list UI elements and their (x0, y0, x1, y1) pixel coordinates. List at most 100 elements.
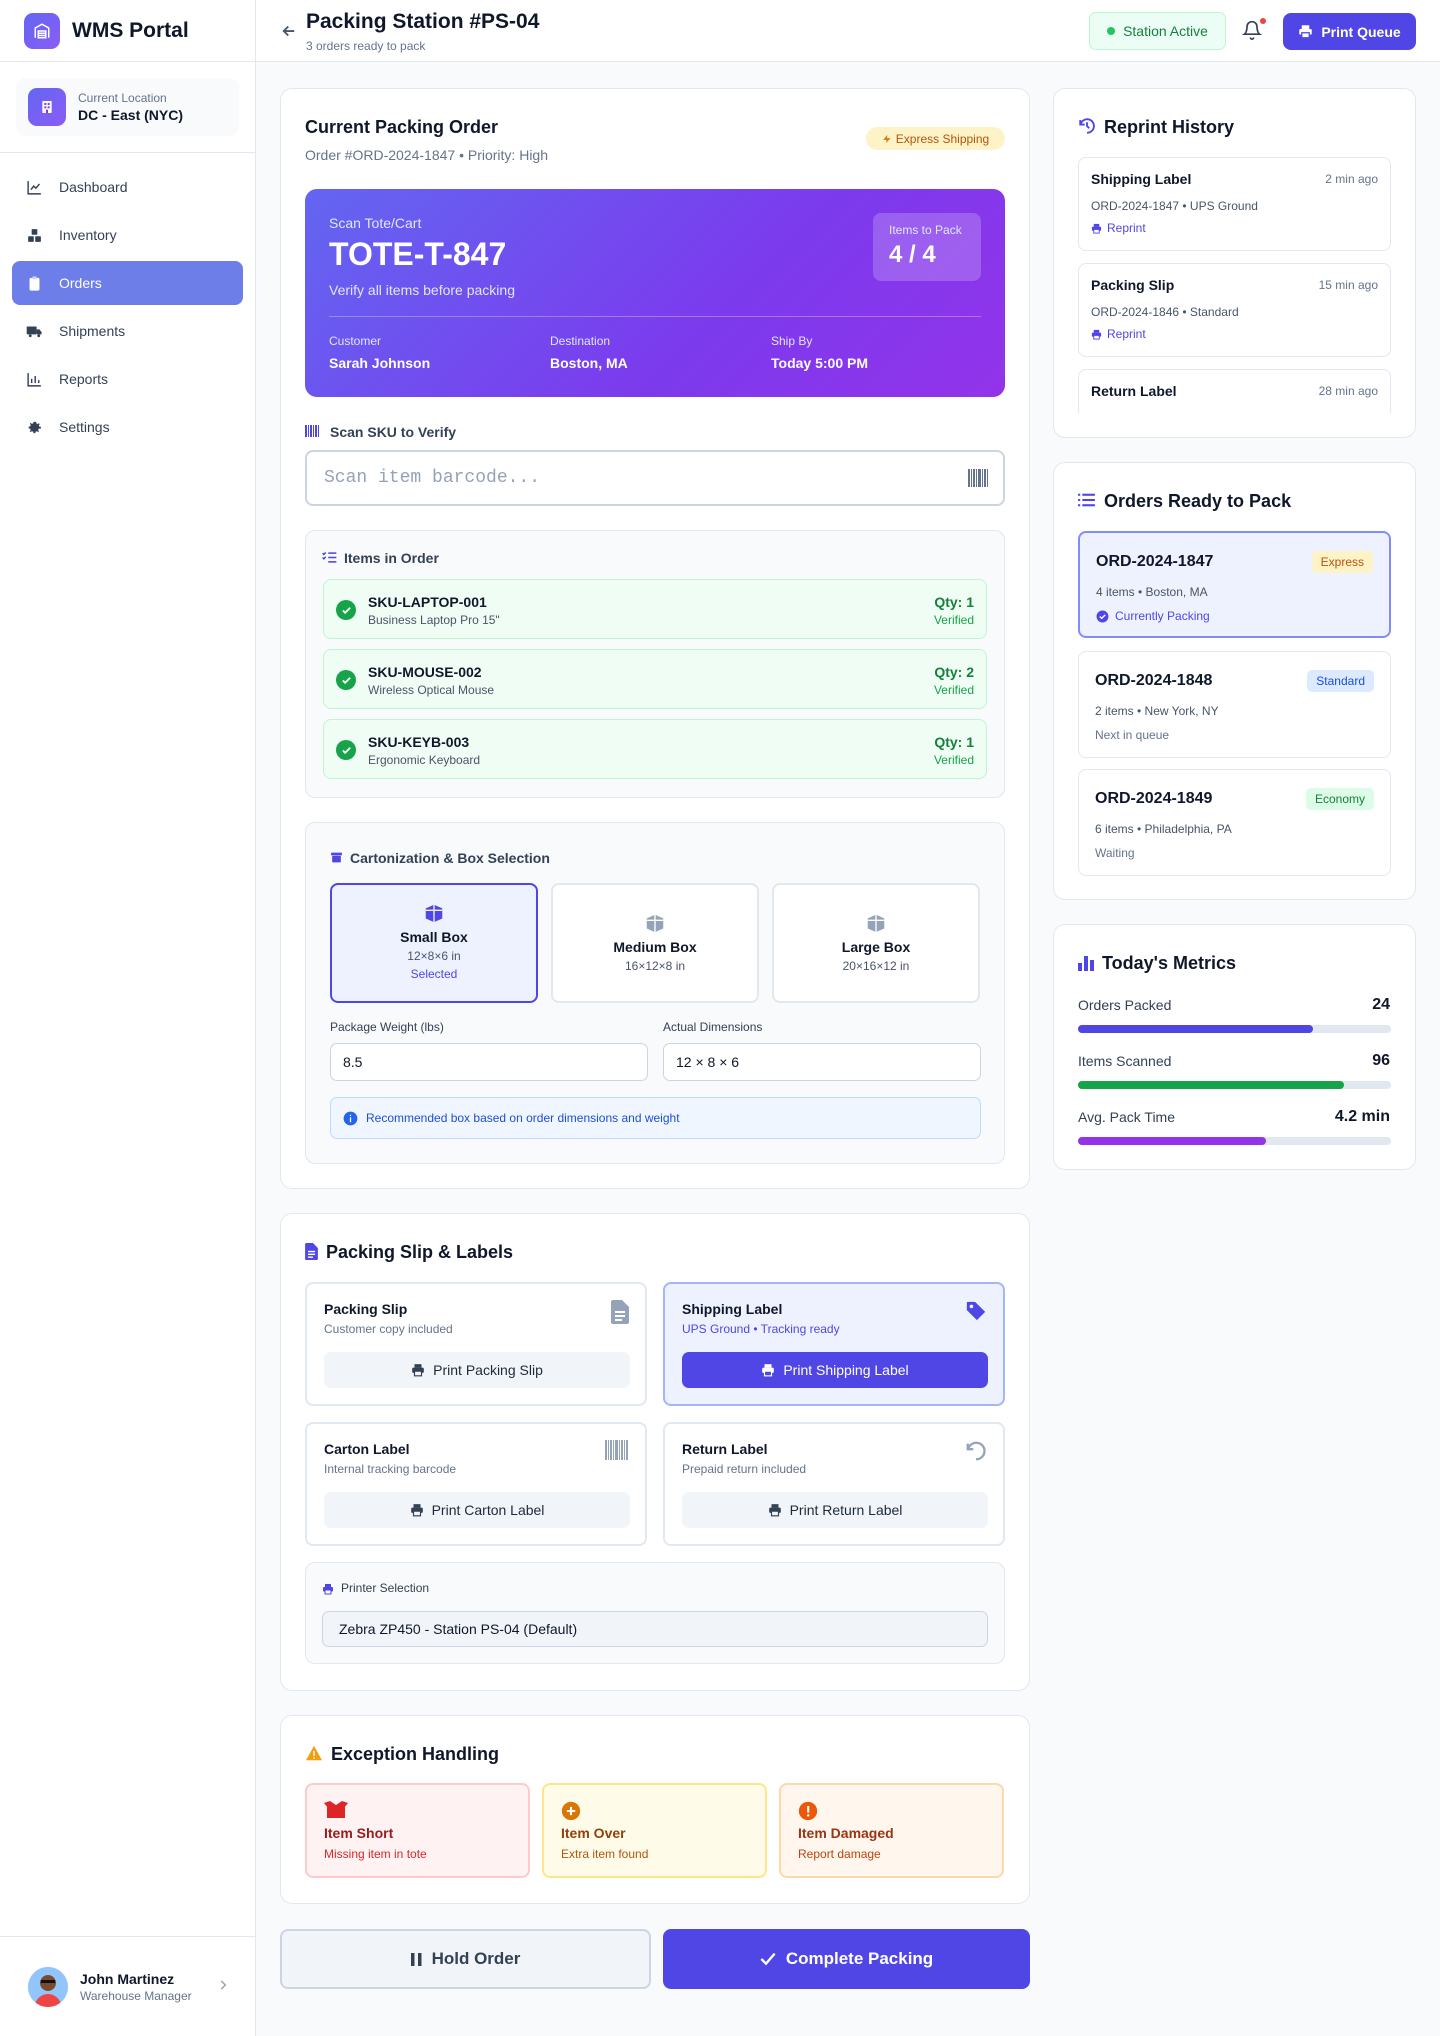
queue-order-state-label: Currently Packing (1115, 609, 1210, 623)
item-status: Verified (933, 683, 974, 697)
dimensions-input[interactable]: 12 × 8 × 6 (663, 1043, 981, 1081)
box-option-large[interactable]: Large Box 20×16×12 in (772, 883, 980, 1003)
destination-value: Boston, MA (550, 355, 628, 371)
box-dimensions: 16×12×8 in (624, 959, 686, 973)
button-label: Print Return Label (789, 1502, 903, 1518)
check-circle-icon (1096, 610, 1109, 622)
queue-order[interactable]: ORD-2024-1849 Economy 6 items • Philadel… (1078, 769, 1391, 876)
item-name: Business Laptop Pro 15" (368, 613, 500, 627)
box-dimensions: 20×16×12 in (842, 959, 910, 973)
lightning-icon (883, 134, 891, 143)
box-icon (867, 914, 885, 933)
items-title: Items in Order (344, 550, 439, 566)
check-circle-icon (336, 670, 356, 690)
building-icon (28, 88, 66, 126)
exception-item-over[interactable]: Item Over Extra item found (542, 1783, 767, 1878)
bar-chart-icon (27, 372, 41, 387)
current-order-title: Current Packing Order (305, 117, 499, 137)
queue-order-meta: 2 items • New York, NY (1095, 704, 1219, 718)
metric-progress-track (1078, 1025, 1391, 1033)
barcode-scan-icon[interactable] (968, 469, 988, 487)
hold-order-button[interactable]: Hold Order (280, 1929, 651, 1989)
back-arrow-icon[interactable] (280, 22, 298, 40)
item-row[interactable]: SKU-MOUSE-002 Wireless Optical Mouse Qty… (323, 649, 987, 709)
reprint-link[interactable]: Reprint (1091, 221, 1146, 235)
tote-id: TOTE-T-847 (329, 236, 507, 272)
exception-subtitle: Extra item found (561, 1847, 649, 1861)
doc-subtitle: Prepaid return included (682, 1462, 807, 1476)
barcode-icon (305, 425, 319, 437)
reprint-link[interactable]: Reprint (1091, 327, 1146, 341)
reprint-entry-title: Shipping Label (1091, 171, 1192, 187)
doc-title: Shipping Label (682, 1301, 783, 1317)
metrics-title: Today's Metrics (1102, 953, 1236, 973)
queue-order[interactable]: ORD-2024-1848 Standard 2 items • New Yor… (1078, 651, 1391, 758)
complete-packing-button[interactable]: Complete Packing (663, 1929, 1030, 1989)
print-packing-slip-button[interactable]: Print Packing Slip (324, 1352, 630, 1388)
page-subtitle: 3 orders ready to pack (306, 39, 426, 53)
bar-chart-icon (1078, 956, 1094, 971)
print-shipping-label-button[interactable]: Print Shipping Label (682, 1352, 988, 1388)
bell-icon[interactable] (1242, 19, 1262, 41)
metric-progress-track (1078, 1137, 1391, 1145)
item-row[interactable]: SKU-KEYB-003 Ergonomic Keyboard Qty: 1 V… (323, 719, 987, 779)
app-name: WMS Portal (72, 18, 189, 42)
exceptions-title: Exception Handling (331, 1744, 500, 1764)
reprint-entry: Return Label 28 min ago (1078, 369, 1391, 413)
notification-dot (1260, 18, 1266, 24)
scan-sku-label: Scan SKU to Verify (330, 424, 457, 440)
sidebar-item-orders[interactable]: Orders (12, 261, 243, 305)
sidebar-item-inventory[interactable]: Inventory (12, 213, 243, 257)
reprint-history-title: Reprint History (1104, 117, 1235, 137)
sidebar-item-dashboard[interactable]: Dashboard (12, 165, 243, 209)
print-return-label-button[interactable]: Print Return Label (682, 1492, 988, 1528)
printer-select[interactable]: Zebra ZP450 - Station PS-04 (Default) (322, 1611, 988, 1647)
doc-subtitle: Customer copy included (324, 1322, 453, 1336)
metric-label: Avg. Pack Time (1078, 1109, 1176, 1125)
print-queue-button[interactable]: Print Queue (1283, 13, 1416, 50)
box-option-medium[interactable]: Medium Box 16×12×8 in (551, 883, 759, 1003)
printer-icon (768, 1504, 781, 1517)
box-option-small[interactable]: Small Box 12×8×6 in Selected (330, 883, 538, 1003)
queue-order[interactable]: ORD-2024-1847 Express 4 items • Boston, … (1078, 531, 1391, 638)
print-carton-label-button[interactable]: Print Carton Label (324, 1492, 630, 1528)
tote-panel: Scan Tote/Cart TOTE-T-847 Verify all ite… (305, 189, 1005, 397)
recommendation-info: Recommended box based on order dimension… (330, 1097, 981, 1139)
location-label: Current Location (78, 91, 167, 105)
sidebar-item-shipments[interactable]: Shipments (12, 309, 243, 353)
sidebar-item-label: Orders (59, 275, 102, 291)
sidebar-item-reports[interactable]: Reports (12, 357, 243, 401)
brand[interactable]: WMS Portal (0, 0, 255, 62)
info-icon (343, 1111, 358, 1125)
reprint-entry: Packing Slip 15 min ago ORD-2024-1846 • … (1078, 263, 1391, 357)
doc-title: Packing Slip (324, 1301, 408, 1317)
queue-order-id: ORD-2024-1847 (1096, 553, 1214, 570)
sidebar-item-settings[interactable]: Settings (12, 405, 243, 449)
doc-shipping-label: Shipping Label UPS Ground • Tracking rea… (663, 1282, 1005, 1406)
weight-input[interactable]: 8.5 (330, 1043, 648, 1081)
exception-item-short[interactable]: Item Short Missing item in tote (305, 1783, 530, 1878)
doc-packing-slip: Packing Slip Customer copy included Prin… (305, 1282, 647, 1406)
printer-icon (412, 1364, 424, 1377)
divider (329, 316, 981, 317)
reprint-entry-time: 28 min ago (1318, 384, 1378, 398)
document-icon (305, 1243, 318, 1260)
avatar (28, 1966, 68, 2007)
printer-icon (1091, 329, 1102, 340)
scan-sku-input[interactable]: Scan item barcode... (305, 450, 1005, 506)
location-selector[interactable]: Current Location DC - East (NYC) (16, 78, 239, 136)
express-shipping-badge: Express Shipping (866, 127, 1005, 150)
user-name: John Martinez (80, 1970, 175, 1987)
user-profile[interactable]: John Martinez Warehouse Manager (0, 1936, 256, 2036)
printer-icon (762, 1364, 775, 1377)
item-row[interactable]: SKU-LAPTOP-001 Business Laptop Pro 15" Q… (323, 579, 987, 639)
check-icon (760, 1952, 776, 1966)
sidebar-item-label: Reports (59, 371, 109, 387)
printer-icon (323, 1584, 333, 1595)
queue-order-meta: 6 items • Philadelphia, PA (1095, 822, 1232, 836)
box-dimensions: 12×8×6 in (407, 949, 461, 963)
exception-item-damaged[interactable]: Item Damaged Report damage (779, 1783, 1004, 1878)
chevron-right-icon (220, 1980, 227, 1990)
doc-title: Return Label (682, 1441, 768, 1457)
status-dot-icon (1107, 27, 1116, 35)
